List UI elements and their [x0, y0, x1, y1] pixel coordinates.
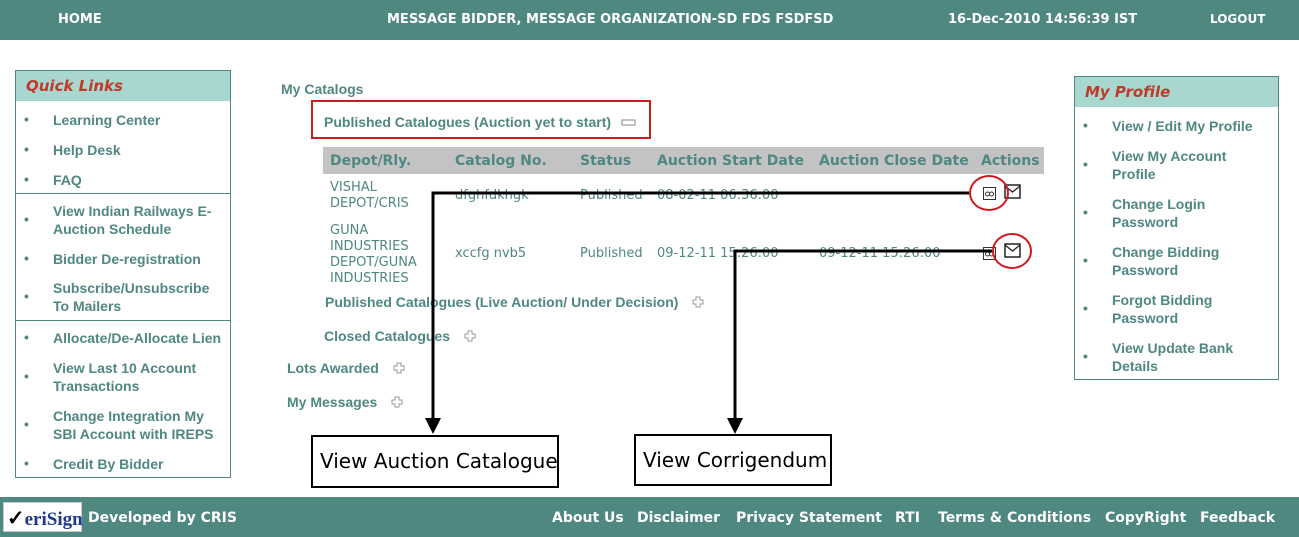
footer-link-feedback[interactable]: Feedback: [1200, 510, 1275, 526]
footer-link-copyright[interactable]: CopyRight: [1105, 510, 1186, 526]
bullet-icon: •: [1083, 156, 1088, 172]
my-profile-panel: My Profile • View / Edit My Profile • Vi…: [1074, 76, 1279, 380]
footer-bar: ✓eriSign Developed by CRIS About Us Disc…: [0, 497, 1299, 537]
footer-link-terms[interactable]: Terms & Conditions: [938, 510, 1091, 526]
my-profile-title: My Profile: [1075, 77, 1278, 107]
bullet-icon: •: [1083, 117, 1088, 133]
footer-link-about[interactable]: About Us: [552, 510, 624, 526]
bullet-icon: •: [1083, 204, 1088, 220]
bullet-icon: •: [1083, 300, 1088, 316]
callout-view-catalogue: View Auction Catalogue: [311, 435, 559, 488]
verisign-logo[interactable]: ✓eriSign: [3, 502, 83, 532]
footer-link-disclaimer[interactable]: Disclaimer: [637, 510, 720, 526]
footer-link-privacy[interactable]: Privacy Statement: [736, 510, 882, 526]
bullet-icon: •: [1083, 252, 1088, 268]
callout-view-corrigendum: View Corrigendum: [634, 434, 832, 486]
developed-by: Developed by CRIS: [88, 510, 237, 526]
footer-link-rti[interactable]: RTI: [895, 510, 920, 526]
bullet-icon: •: [1083, 348, 1088, 364]
